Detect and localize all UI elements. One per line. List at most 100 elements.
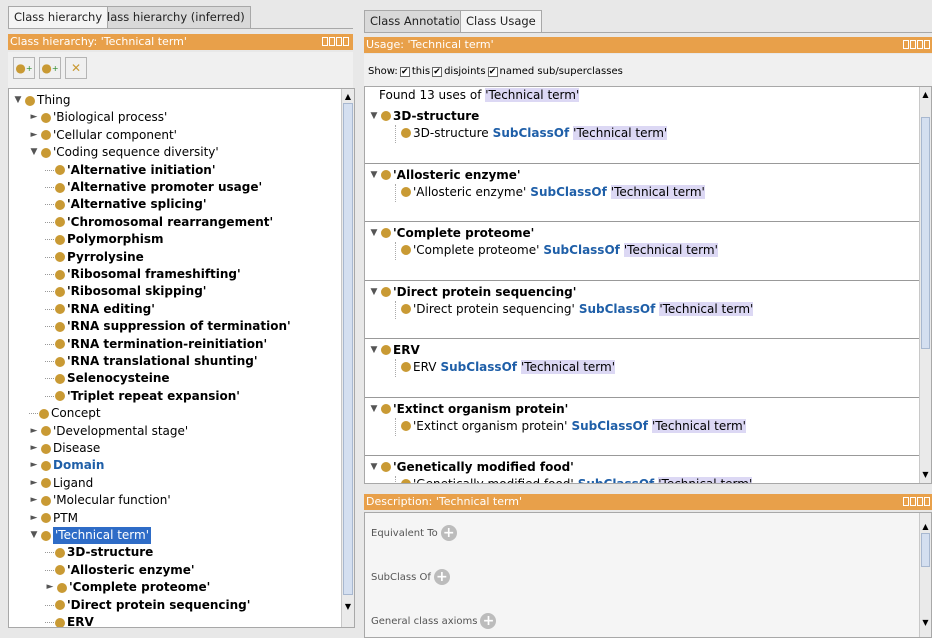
description-scrollbar-thumb[interactable] <box>921 533 930 567</box>
expand-toggle-icon[interactable]: ▼ <box>369 462 379 472</box>
tree-node[interactable]: ► PTM <box>29 510 78 527</box>
axiom-subject: ERV <box>413 360 437 374</box>
tree-node[interactable]: 'RNA termination-reinitiation' <box>45 336 267 353</box>
expand-toggle-icon[interactable]: ▼ <box>369 111 379 121</box>
disjoints-checkbox[interactable]: ✔ <box>432 66 443 77</box>
tree-node[interactable]: Selenocysteine <box>45 370 170 387</box>
tree-node[interactable]: ► Domain <box>29 457 105 474</box>
usage-scroll-up-icon[interactable]: ▲ <box>920 89 931 101</box>
tree-node[interactable]: ► Ligand <box>29 475 94 492</box>
usage-group-header[interactable]: ▼ 'Complete proteome' <box>369 226 535 240</box>
usage-group-header[interactable]: ▼ 'Direct protein sequencing' <box>369 285 577 299</box>
expand-toggle-icon[interactable]: ▼ <box>29 527 39 544</box>
tree-node[interactable]: Polymorphism <box>45 231 164 248</box>
usage-group: ▼ 'Direct protein sequencing' 'Direct prot… <box>365 280 919 339</box>
scrollbar-thumb[interactable] <box>343 103 353 595</box>
tree-node[interactable]: 'RNA editing' <box>45 301 155 318</box>
usage-axiom[interactable]: 'Complete proteome' SubClassOf 'Technical … <box>401 243 718 257</box>
expand-toggle-icon[interactable]: ▼ <box>369 345 379 355</box>
description-scroll-up-icon[interactable]: ▲ <box>920 521 931 533</box>
usage-axiom[interactable]: 'Genetically modified food' SubClassOf 'Te… <box>401 477 753 483</box>
expand-toggle-icon[interactable]: ▼ <box>29 144 39 161</box>
tree-node[interactable]: 'Alternative promoter usage' <box>45 179 262 196</box>
this-checkbox[interactable]: ✔ <box>399 66 410 77</box>
tab-class-hierarchy-inferred[interactable]: Class hierarchy (inferred) <box>93 6 251 28</box>
usage-group-header[interactable]: ▼ 'Allosteric enzyme' <box>369 168 521 182</box>
tree-node[interactable]: ▼ 'Technical term' <box>29 527 152 544</box>
usage-axiom[interactable]: ERV SubClassOf 'Technical term' <box>401 360 615 374</box>
collapse-toggle-icon[interactable]: ► <box>29 127 39 144</box>
add-sibling-icon[interactable]: ● + <box>39 57 61 79</box>
tab-class-usage[interactable]: Class Usage <box>460 10 542 32</box>
collapse-toggle-icon[interactable]: ► <box>29 510 39 527</box>
scroll-up-icon[interactable]: ▲ <box>342 91 354 103</box>
tree-node[interactable]: ► 'Cellular component' <box>29 127 177 144</box>
collapse-toggle-icon[interactable]: ► <box>29 440 39 457</box>
usage-scrollbar-thumb[interactable] <box>921 117 930 349</box>
tree-node[interactable]: Concept <box>29 405 101 422</box>
usage-group-header[interactable]: ▼ 3D-structure <box>369 109 480 123</box>
usage-window-buttons[interactable] <box>903 40 930 49</box>
add-axiom-icon[interactable]: + <box>480 613 497 629</box>
usage-group-header[interactable]: ▼ 'Extinct organism protein' <box>369 402 569 416</box>
tree-node[interactable]: 'Ribosomal frameshifting' <box>45 266 241 283</box>
tree-node[interactable]: 'RNA translational shunting' <box>45 353 258 370</box>
expand-toggle-icon[interactable]: ▼ <box>369 228 379 238</box>
usage-scrollbar[interactable]: ▲ ▼ <box>919 87 931 483</box>
hierarchy-scrollbar[interactable]: ▲ ▼ <box>341 89 354 627</box>
expand-toggle-icon[interactable]: ▼ <box>369 404 379 414</box>
description-scroll-down-icon[interactable]: ▼ <box>920 617 931 629</box>
collapse-toggle-icon[interactable]: ► <box>29 457 39 474</box>
class-icon <box>55 304 65 315</box>
usage-axiom[interactable]: 3D-structure SubClassOf 'Technical term' <box>401 126 668 140</box>
expand-toggle-icon[interactable]: ▼ <box>369 287 379 297</box>
tree-node[interactable]: 'RNA suppression of termination' <box>45 318 291 335</box>
usage-group-header[interactable]: ▼ 'Genetically modified food' <box>369 460 574 474</box>
tree-node[interactable]: 'Direct protein sequencing' <box>45 597 250 614</box>
usage-group-header[interactable]: ▼ ERV <box>369 343 420 357</box>
tree-node[interactable]: ▼ Thing <box>13 92 71 109</box>
add-subclass-icon[interactable]: ● + <box>13 57 35 79</box>
tree-node[interactable]: ERV <box>45 614 94 627</box>
description-window-buttons[interactable] <box>903 497 930 506</box>
tree-node[interactable]: ▼ 'Coding sequence diversity' <box>29 144 219 161</box>
tab-class-hierarchy[interactable]: Class hierarchy <box>8 6 109 28</box>
usage-axiom[interactable]: 'Allosteric enzyme' SubClassOf 'Technical … <box>401 184 705 199</box>
usage-class-name: ERV <box>393 343 420 357</box>
collapse-toggle-icon[interactable]: ► <box>29 475 39 492</box>
collapse-toggle-icon[interactable]: ► <box>29 492 39 509</box>
description-scrollbar[interactable]: ▲ ▼ <box>919 513 931 637</box>
tree-node[interactable]: 3D-structure <box>45 544 153 561</box>
add-superclass-icon[interactable]: + <box>433 569 450 585</box>
add-equivalent-icon[interactable]: + <box>440 525 457 541</box>
tree-node[interactable]: 'Alternative initiation' <box>45 162 216 179</box>
scroll-down-icon[interactable]: ▼ <box>342 601 354 613</box>
delete-class-icon[interactable]: ✕ <box>65 57 87 79</box>
usage-list[interactable]: Found 13 uses of 'Technical term' ▼ 3D-st… <box>364 86 932 484</box>
collapse-toggle-icon[interactable]: ► <box>29 423 39 440</box>
tree-node[interactable]: Pyrrolysine <box>45 249 144 266</box>
tree-node-label: 'Alternative splicing' <box>67 197 207 212</box>
expand-toggle-icon[interactable]: ▼ <box>369 170 379 180</box>
tree-node[interactable]: ► 'Biological process' <box>29 109 168 126</box>
collapse-toggle-icon[interactable]: ► <box>29 109 39 126</box>
expand-toggle-icon[interactable]: ▼ <box>13 92 23 109</box>
tree-node[interactable]: 'Chromosomal rearrangement' <box>45 214 273 231</box>
view-window-buttons[interactable] <box>322 37 349 46</box>
usage-axiom[interactable]: 'Direct protein sequencing' SubClassOf 'Te… <box>401 301 754 316</box>
tree-node[interactable]: ► 'Molecular function' <box>29 492 171 509</box>
tree-node[interactable]: ► Disease <box>29 440 101 457</box>
tree-node[interactable]: 'Ribosomal skipping' <box>45 283 206 300</box>
class-hierarchy-tree[interactable]: ▼ Thing ► 'Biological process' ► 'Cellular co… <box>8 88 355 628</box>
tree-node[interactable]: 'Triplet repeat expansion' <box>45 388 240 405</box>
collapse-toggle-icon[interactable]: ► <box>45 579 55 596</box>
tree-node[interactable]: ► 'Complete proteome' <box>45 579 211 596</box>
subclass-of-label: SubClass Of <box>371 571 431 583</box>
tree-guide-line <box>395 476 396 483</box>
named-subsuperclasses-checkbox[interactable]: ✔ <box>487 66 498 77</box>
tree-node[interactable]: ► 'Developmental stage' <box>29 423 189 440</box>
usage-axiom[interactable]: 'Extinct organism protein' SubClassOf 'Tec… <box>401 418 746 433</box>
tree-node[interactable]: 'Alternative splicing' <box>45 196 207 213</box>
usage-scroll-down-icon[interactable]: ▼ <box>920 469 931 481</box>
tree-node[interactable]: 'Allosteric enzyme' <box>45 562 195 579</box>
